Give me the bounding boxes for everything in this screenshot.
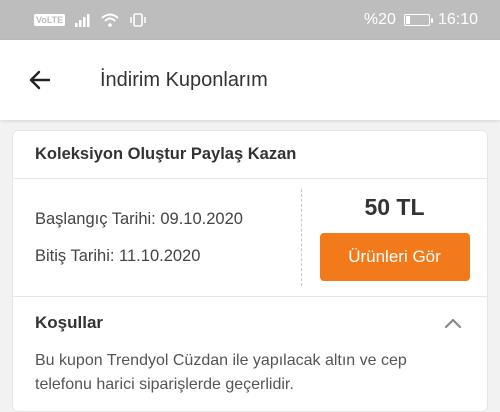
coupon-body: Başlangıç Tarihi: 09.10.2020 Bitiş Tarih…	[13, 179, 487, 297]
battery-fill	[405, 16, 411, 24]
conditions-label: Koşullar	[35, 313, 104, 332]
status-right: %20 16:10	[364, 11, 478, 29]
coupon-amount-column: 50 TL Ürünleri Gör	[302, 179, 487, 296]
start-date: Başlangıç Tarihi: 09.10.2020	[35, 209, 243, 228]
conditions-toggle[interactable]: Koşullar	[13, 297, 487, 349]
signal-icon	[75, 14, 90, 27]
status-left: VoLTE	[34, 13, 147, 27]
coupon-card: Koleksiyon Oluştur Paylaş Kazan Başlangı…	[12, 130, 488, 412]
arrow-left-icon	[29, 70, 51, 90]
volte-icon: VoLTE	[34, 14, 66, 26]
end-date: Bitiş Tarihi: 11.10.2020	[35, 246, 201, 265]
chevron-up-icon[interactable]	[441, 311, 465, 335]
battery-percent: %20	[363, 11, 396, 28]
vibrate-icon	[130, 13, 146, 27]
battery-icon	[403, 14, 433, 26]
coupon-amount: 50 TL	[364, 194, 425, 220]
page-title: İndirim Kuponlarım	[100, 68, 268, 91]
status-time: 16:10	[437, 11, 478, 28]
back-button[interactable]	[20, 60, 60, 100]
coupon-title: Koleksiyon Oluştur Paylaş Kazan	[13, 131, 487, 179]
conditions-text: Bu kupon Trendyol Cüzdan ile yapılacak a…	[35, 352, 407, 393]
status-bar: VoLTE %20 16:10	[0, 0, 500, 40]
coupon-dates: Başlangıç Tarihi: 09.10.2020 Bitiş Tarih…	[13, 189, 302, 286]
app-bar: İndirim Kuponlarım	[0, 40, 500, 120]
wifi-icon	[101, 13, 119, 27]
view-products-button[interactable]: Ürünleri Gör	[319, 233, 470, 281]
